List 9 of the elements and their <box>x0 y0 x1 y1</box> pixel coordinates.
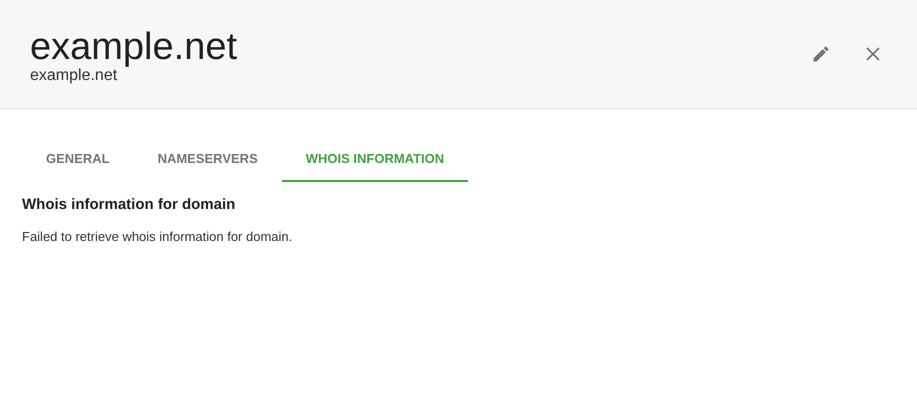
section-heading: Whois information for domain <box>22 196 236 213</box>
close-icon <box>865 46 881 62</box>
domain-title: example.net <box>30 27 238 67</box>
tab[interactable]: WHOIS INFORMATION <box>282 141 468 182</box>
pencil-icon <box>811 44 831 64</box>
tab[interactable]: GENERAL <box>22 141 134 182</box>
domain-subtitle: example.net <box>30 67 118 85</box>
error-message: Failed to retrieve whois information for domain. <box>22 229 294 244</box>
tab[interactable]: NAMESERVERS <box>134 141 282 182</box>
